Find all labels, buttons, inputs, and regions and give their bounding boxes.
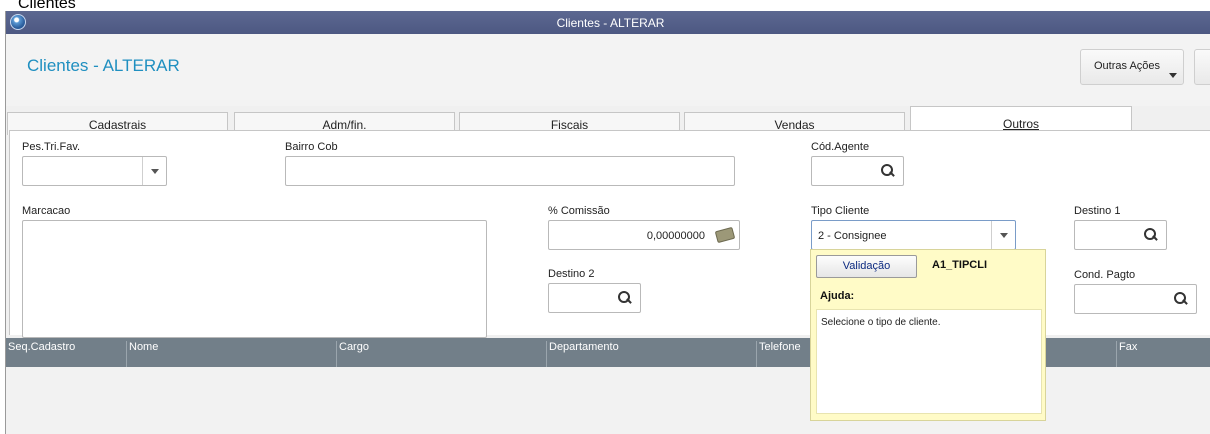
destino1-label: Destino 1 — [1074, 205, 1121, 217]
search-icon[interactable] — [881, 164, 895, 178]
window-titlebar: Clientes - ALTERAR — [6, 11, 1210, 34]
bairro-cob-input[interactable] — [285, 156, 735, 186]
money-icon[interactable] — [714, 226, 736, 244]
column-header[interactable]: Seq.Cadastro — [6, 341, 126, 367]
outras-acoes-label: Outras Ações — [1094, 60, 1161, 72]
column-header[interactable]: Departamento — [546, 341, 756, 367]
chevron-down-icon — [1169, 73, 1177, 78]
chevron-down-icon[interactable] — [991, 221, 1015, 249]
cond-pagto-input[interactable] — [1074, 284, 1197, 314]
help-text-box: Selecione o tipo de cliente. — [816, 309, 1042, 414]
tipo-cliente-value: 2 - Consignee — [818, 230, 887, 242]
tab-bar: Cadastrais Adm/fin. Fiscais Vendas Outro… — [6, 106, 1210, 136]
search-icon[interactable] — [618, 291, 632, 305]
page-title: Clientes - ALTERAR — [27, 56, 180, 75]
tipo-cliente-select[interactable]: 2 - Consignee — [811, 220, 1016, 250]
chevron-down-icon[interactable] — [142, 157, 166, 185]
outras-acoes-button[interactable]: Outras Ações — [1080, 49, 1184, 85]
marcacao-label: Marcacao — [22, 205, 71, 217]
comissao-label: % Comissão — [548, 205, 610, 217]
destino2-label: Destino 2 — [548, 268, 595, 280]
header-action-button[interactable] — [1194, 49, 1210, 85]
field-name: A1_TIPCLI — [932, 259, 988, 271]
column-header[interactable]: Cargo — [336, 341, 546, 367]
comissao-value: 0,00000000 — [646, 230, 705, 242]
column-header[interactable]: Fax — [1116, 341, 1210, 367]
cond-pagto-label: Cond. Pagto — [1074, 269, 1136, 281]
pes-tri-fav-select[interactable] — [22, 156, 167, 186]
search-icon[interactable] — [1144, 228, 1158, 242]
tipo-cliente-label: Tipo Cliente — [811, 205, 870, 217]
marcacao-textarea[interactable] — [22, 220, 487, 338]
page-header: Clientes - ALTERAR Outras Ações — [6, 34, 1210, 106]
column-header[interactable]: Nome — [126, 341, 336, 367]
window-title: Clientes - ALTERAR — [556, 16, 665, 30]
cod-agente-input[interactable] — [811, 156, 904, 186]
bairro-cob-label: Bairro Cob — [285, 141, 338, 153]
field-help-popup: Validação A1_TIPCLI Ajuda: Selecione o t… — [810, 249, 1046, 421]
pes-tri-fav-label: Pes.Tri.Fav. — [22, 141, 81, 153]
ajuda-label: Ajuda: — [820, 290, 855, 302]
validacao-button[interactable]: Validação — [816, 255, 917, 278]
destino1-input[interactable] — [1074, 220, 1167, 250]
search-icon[interactable] — [1174, 292, 1188, 306]
clientes-window: Clientes - ALTERAR Clientes - ALTERAR Ou… — [5, 11, 1210, 434]
comissao-input[interactable]: 0,00000000 — [548, 220, 740, 250]
cod-agente-label: Cód.Agente — [811, 141, 870, 153]
destino2-input[interactable] — [548, 283, 641, 313]
